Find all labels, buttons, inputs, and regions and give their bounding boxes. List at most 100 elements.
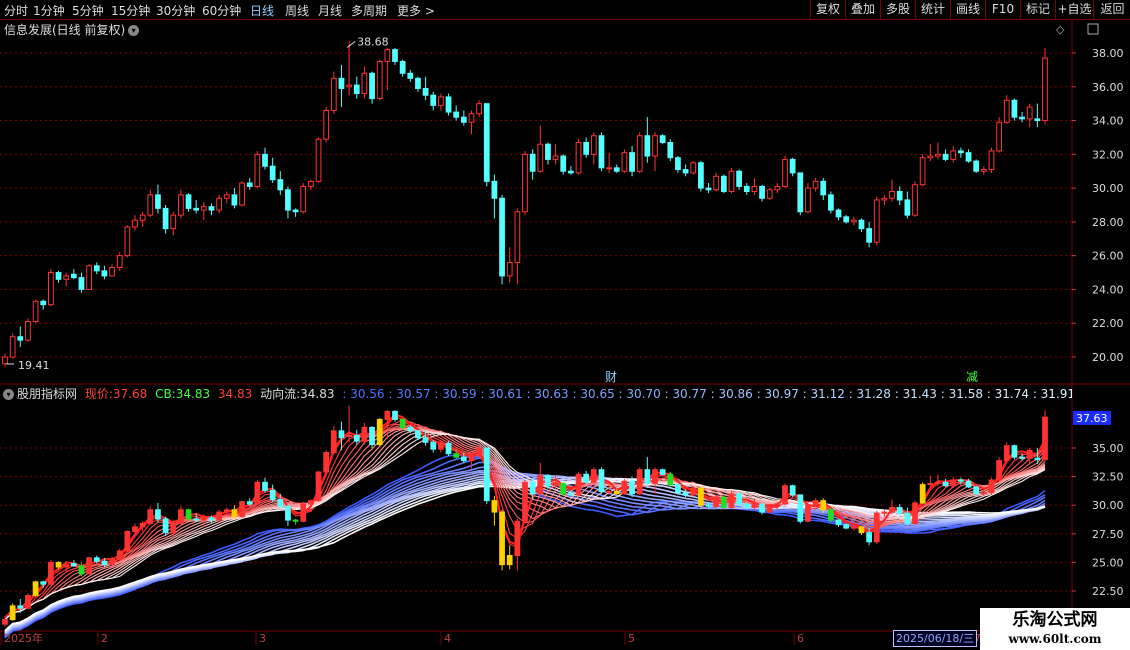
indicator-candle-body xyxy=(392,410,398,420)
indicator-candle-body xyxy=(483,447,490,502)
multi-stock-button[interactable]: 多股 xyxy=(880,0,915,19)
candle-body xyxy=(361,72,368,95)
indicator-axis-label: 35.00 xyxy=(1092,442,1124,455)
candle-body xyxy=(63,275,70,280)
indicator-axis-label: 25.00 xyxy=(1092,556,1124,569)
indicator-candle-body xyxy=(32,581,39,597)
candle-body xyxy=(896,190,903,201)
candle-body xyxy=(858,219,865,230)
ma-ribbon-line xyxy=(4,455,1046,638)
candle-body xyxy=(124,226,131,257)
price-axis-label: 22.00 xyxy=(1092,317,1124,330)
indicator-candle-body xyxy=(652,469,658,484)
indicator-candle-body xyxy=(873,512,880,543)
mark-button[interactable]: 标记 xyxy=(1020,0,1055,19)
indicator-candle-body xyxy=(147,509,154,525)
candle-body xyxy=(254,153,261,187)
candle-body xyxy=(629,152,635,172)
candle-body xyxy=(927,155,934,159)
candle-body xyxy=(552,155,559,160)
kline-chart[interactable]: 38.00 36.00 34.00 32.00 30.00 28.00 26.00 24.00… xyxy=(0,0,1130,650)
price-axis-label: 20.00 xyxy=(1092,351,1124,364)
candle-body xyxy=(376,60,383,100)
f10-button[interactable]: F10 xyxy=(985,0,1020,19)
candle-body xyxy=(980,169,987,172)
candle-body xyxy=(843,216,850,223)
candle-body xyxy=(889,190,895,199)
indicator-candle-body xyxy=(86,557,92,575)
indicator-candle-body xyxy=(598,469,605,492)
period-tab-60min[interactable]: 60分钟 xyxy=(202,2,241,19)
indicator-candle-body xyxy=(782,485,788,505)
add-watchlist-button[interactable]: +自选 xyxy=(1055,0,1093,19)
candle-body xyxy=(346,84,352,88)
time-axis-label: 3 xyxy=(259,632,266,645)
candle-body xyxy=(919,157,926,186)
candle-body xyxy=(78,277,85,290)
period-tab-15min[interactable]: 15分钟 xyxy=(111,2,150,19)
indicator-candle-body xyxy=(277,498,284,507)
ma-ribbon-line xyxy=(4,465,1046,637)
candle-body xyxy=(705,187,712,191)
period-tab-multi[interactable]: 多周期 xyxy=(351,2,387,19)
candle-body xyxy=(438,96,444,106)
period-tab-1min[interactable]: 1分钟 xyxy=(33,2,65,19)
candle-body xyxy=(996,121,1002,152)
chevron-down-icon[interactable]: ▾ xyxy=(3,389,14,400)
candle-body xyxy=(942,153,949,160)
candle-body xyxy=(116,255,123,268)
candle-body xyxy=(644,135,651,157)
period-tab-monthly[interactable]: 月线 xyxy=(318,2,342,19)
watermark-url: www.60lt.com xyxy=(1008,632,1102,646)
indicator-candle-body xyxy=(415,430,421,439)
indicator-candle-body xyxy=(384,410,391,420)
period-tab-daily[interactable]: 日线 xyxy=(250,2,274,19)
period-tab-weekly[interactable]: 周线 xyxy=(285,2,309,19)
candle-body xyxy=(988,150,995,171)
period-tab-minute[interactable]: 分时 xyxy=(4,2,28,19)
indicator-candle-body xyxy=(881,511,888,514)
indicator-candle-body xyxy=(422,437,429,443)
candle-body xyxy=(155,194,161,209)
indicator-candle-body xyxy=(537,474,544,495)
cb-value-2: 34.83 xyxy=(217,387,253,401)
indicator-candle-body xyxy=(621,480,628,495)
candle-body xyxy=(812,180,819,189)
candle-body xyxy=(392,49,398,62)
statistics-button[interactable]: 统计 xyxy=(915,0,950,19)
event-marker: 减 xyxy=(966,370,978,384)
period-tab-30min[interactable]: 30分钟 xyxy=(156,2,195,19)
indicator-candle-body xyxy=(109,558,115,566)
chevron-down-icon[interactable]: ▾ xyxy=(128,25,140,36)
indicator-candle-body xyxy=(445,442,452,455)
ma-ribbon-line xyxy=(4,433,1046,621)
ma-ribbon-line xyxy=(4,475,1046,634)
overlay-button[interactable]: 叠加 xyxy=(845,0,880,19)
draw-line-button[interactable]: 画线 xyxy=(950,0,985,19)
period-tab-more[interactable]: 更多 > xyxy=(397,2,435,19)
period-tab-5min[interactable]: 5分钟 xyxy=(72,2,104,19)
ma-ribbon-line xyxy=(4,454,1046,639)
current-price-tag-bg xyxy=(1073,410,1111,425)
indicator-candle-body xyxy=(590,469,597,483)
indicator-candle-body xyxy=(55,561,62,568)
ma-ribbon-line xyxy=(4,428,1046,621)
candle-body xyxy=(912,184,918,216)
restore-rights-button[interactable]: 复权 xyxy=(810,0,845,19)
indicator-candle-body xyxy=(568,493,574,496)
candle-body xyxy=(48,272,54,306)
candle-body xyxy=(170,214,177,230)
candle-body xyxy=(430,94,437,106)
indicator-candle-body xyxy=(828,509,834,521)
candle-body xyxy=(613,167,620,172)
indicator-candle-body xyxy=(1042,416,1048,460)
indicator-candle-body xyxy=(866,532,872,543)
ma-ribbon-line xyxy=(4,477,1046,632)
candle-body xyxy=(300,185,307,213)
ma-ribbon-line xyxy=(4,421,1046,621)
indicator-name[interactable]: 股朋指标网 xyxy=(17,387,77,401)
ma-ribbon-line xyxy=(4,461,1046,637)
main-chart-title[interactable]: 信息发展(日线 前复权) ▾ xyxy=(4,21,140,38)
back-button[interactable]: 返回 xyxy=(1093,0,1130,19)
ma-ribbon-line xyxy=(4,418,1046,621)
